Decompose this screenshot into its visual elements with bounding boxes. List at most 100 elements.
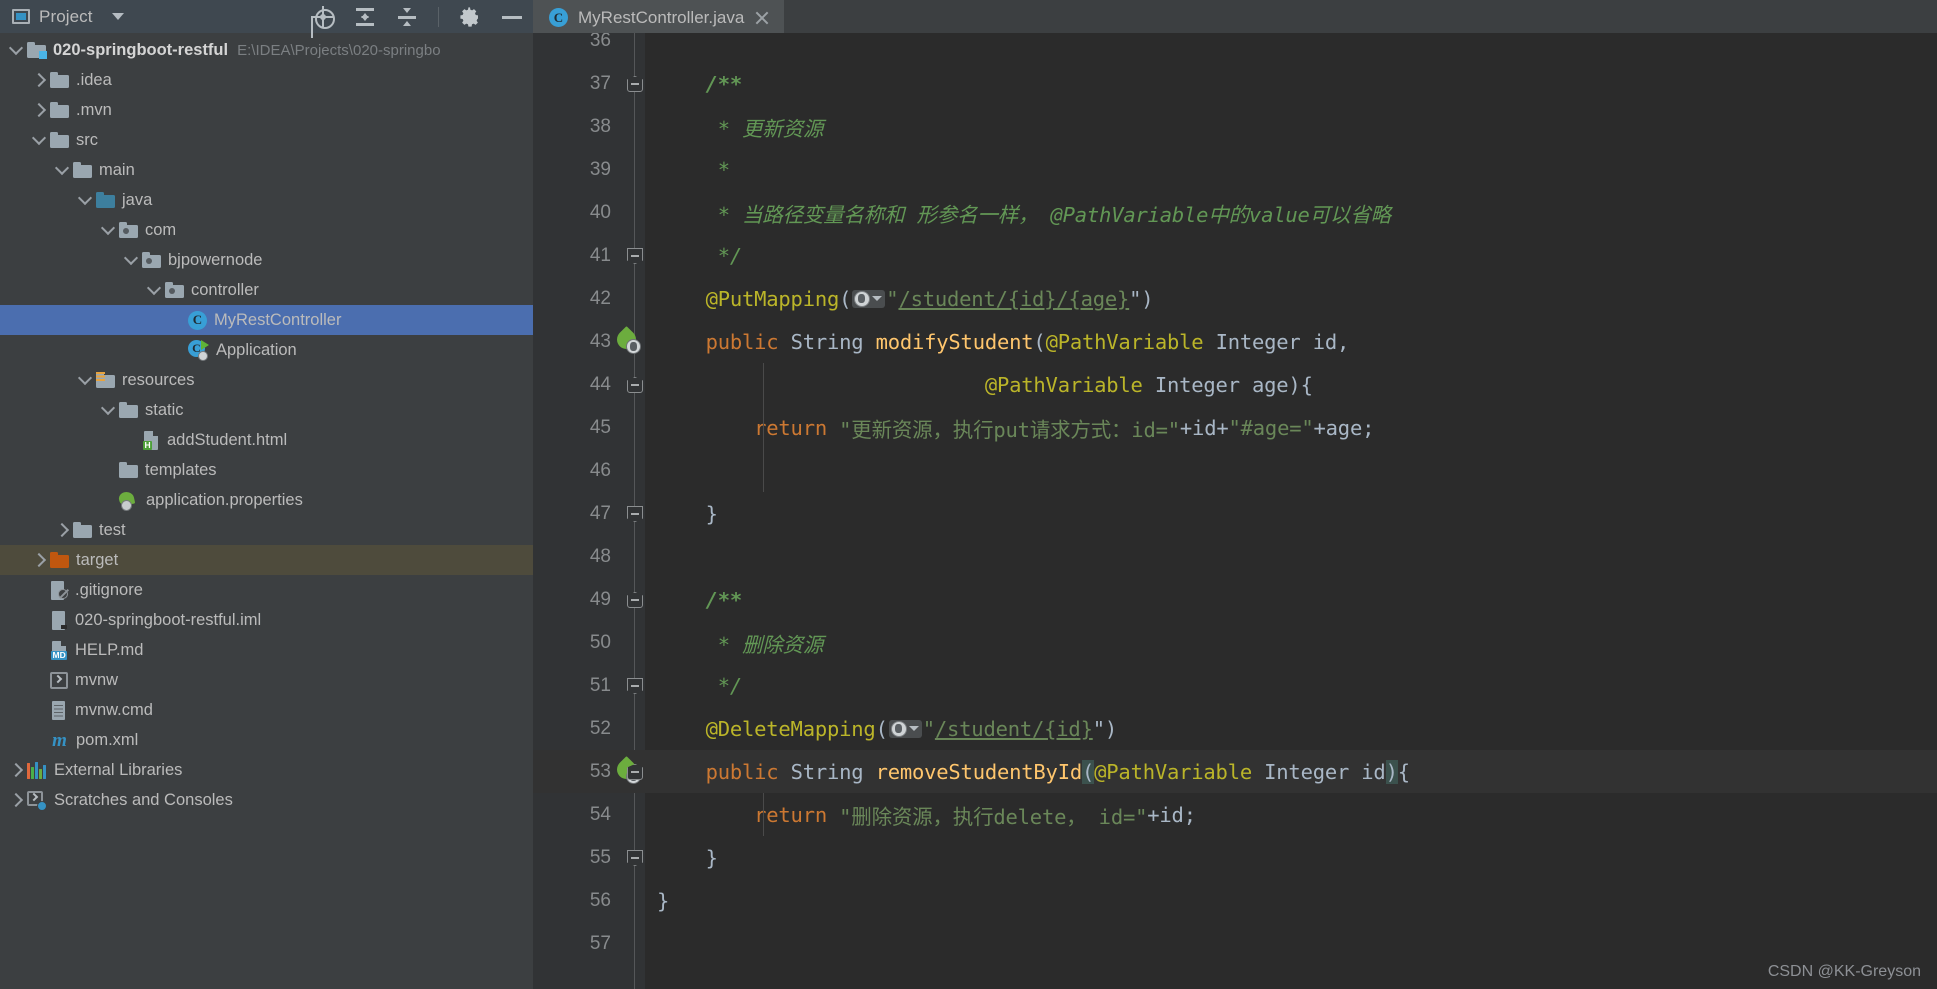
line-number[interactable]: 37 — [533, 73, 611, 95]
minimize-icon[interactable] — [501, 6, 523, 28]
tree-row-target[interactable]: target — [0, 545, 533, 575]
code-fold-bot-icon[interactable] — [626, 505, 644, 523]
line-number[interactable]: 36 — [533, 33, 611, 52]
code-fold-bot-icon[interactable] — [626, 247, 644, 265]
code-line-40[interactable]: 40 * 当路径变量名称和 形参名一样， @PathVariable中的valu… — [533, 191, 1937, 234]
chevron-right-icon[interactable] — [54, 522, 70, 538]
tree-row-static[interactable]: static — [0, 395, 533, 425]
line-number[interactable]: 54 — [533, 804, 611, 826]
code-line-49[interactable]: 49 /** — [533, 578, 1937, 621]
code-line-51[interactable]: 51 */ — [533, 664, 1937, 707]
line-number[interactable]: 50 — [533, 632, 611, 654]
close-icon[interactable] — [754, 10, 770, 26]
code-editor[interactable]: 36 37 /** 38 * 更新资源 39 * 40 * 当路径变量名称和 形参名一样… — [533, 33, 1937, 989]
tree-row-com[interactable]: com — [0, 215, 533, 245]
url-globe-icon[interactable] — [852, 289, 886, 308]
code-line-content[interactable]: */ — [645, 234, 1937, 277]
code-line-37[interactable]: 37 /** — [533, 62, 1937, 105]
line-number[interactable]: 49 — [533, 589, 611, 611]
code-line-content[interactable]: return "更新资源，执行put请求方式：id=" + id + "#age=" + a… — [645, 406, 1937, 449]
tree-row-help[interactable]: MD HELP.md — [0, 635, 533, 665]
code-line-content[interactable] — [645, 535, 1937, 578]
code-line-52[interactable]: 52 @DeleteMapping("/student/{id} ") — [533, 707, 1937, 750]
line-number[interactable]: 42 — [533, 288, 611, 310]
code-line-50[interactable]: 50 * 删除资源 — [533, 621, 1937, 664]
code-line-53[interactable]: 53 public String removeStudentById(@Path… — [533, 750, 1937, 793]
tree-row-src[interactable]: src — [0, 125, 533, 155]
chevron-down-icon[interactable] — [100, 402, 116, 418]
chevron-down-icon[interactable] — [100, 222, 116, 238]
tree-row-mvnwcmd[interactable]: mvnw.cmd — [0, 695, 533, 725]
code-line-content[interactable]: } — [645, 492, 1937, 535]
code-line-36[interactable]: 36 — [533, 33, 1937, 62]
editor-tab-myrestcontroller[interactable]: C MyRestController.java — [533, 0, 785, 33]
chevron-down-icon[interactable] — [123, 252, 139, 268]
line-number[interactable]: 47 — [533, 503, 611, 525]
tree-row-extlibs[interactable]: External Libraries — [0, 755, 533, 785]
code-line-content[interactable]: @PutMapping("/student/{id}/{age} ") — [645, 277, 1937, 320]
code-line-42[interactable]: 42 @PutMapping("/student/{id}/{age} ") — [533, 277, 1937, 320]
chevron-down-icon[interactable] — [77, 372, 93, 388]
code-line-content[interactable]: public String removeStudentById(@PathVar… — [645, 750, 1937, 793]
line-number[interactable]: 55 — [533, 847, 611, 869]
line-number[interactable]: 38 — [533, 116, 611, 138]
code-fold-top-icon[interactable] — [626, 763, 644, 781]
tree-row-pom[interactable]: m pom.xml — [0, 725, 533, 755]
code-line-content[interactable]: public String modifyStudent(@PathVariabl… — [645, 320, 1937, 363]
tree-row-gitignore[interactable]: .gitignore — [0, 575, 533, 605]
spring-mapping-gutter-icon[interactable] — [613, 326, 641, 354]
url-globe-icon[interactable] — [888, 719, 922, 738]
project-title-group[interactable]: Project — [12, 7, 124, 27]
line-number[interactable]: 41 — [533, 245, 611, 267]
tree-row-application[interactable]: C Application — [0, 335, 533, 365]
code-lines[interactable]: 36 37 /** 38 * 更新资源 39 * 40 * 当路径变量名称和 形参名一样… — [533, 33, 1937, 965]
chevron-down-icon[interactable] — [31, 132, 47, 148]
chevron-right-icon[interactable] — [31, 72, 47, 88]
code-line-content[interactable]: } — [645, 836, 1937, 879]
code-line-48[interactable]: 48 — [533, 535, 1937, 578]
code-line-45[interactable]: 45 return "更新资源，执行put请求方式：id=" + id + "#age=… — [533, 406, 1937, 449]
code-line-content[interactable]: return "删除资源，执行delete， id=" + id; — [645, 793, 1937, 836]
code-line-38[interactable]: 38 * 更新资源 — [533, 105, 1937, 148]
line-number[interactable]: 53 — [533, 761, 611, 783]
tree-row-myrestcontroller[interactable]: C MyRestController — [0, 305, 533, 335]
code-line-47[interactable]: 47 } — [533, 492, 1937, 535]
tree-row-iml[interactable]: 020-springboot-restful.iml — [0, 605, 533, 635]
line-number[interactable]: 39 — [533, 159, 611, 181]
line-number[interactable]: 56 — [533, 890, 611, 912]
tree-row-controller[interactable]: controller — [0, 275, 533, 305]
expand-all-icon[interactable] — [354, 6, 376, 28]
tree-row-java[interactable]: java — [0, 185, 533, 215]
code-line-content[interactable]: @PathVariable Integer age){ — [645, 363, 1937, 406]
chevron-down-icon[interactable] — [77, 192, 93, 208]
code-line-54[interactable]: 54 return "删除资源，执行delete， id=" + id; — [533, 793, 1937, 836]
chevron-right-icon[interactable] — [8, 792, 24, 808]
code-line-content[interactable]: /** — [645, 62, 1937, 105]
line-number[interactable]: 52 — [533, 718, 611, 740]
code-line-content[interactable]: /** — [645, 578, 1937, 621]
tree-row-mvnw[interactable]: mvnw — [0, 665, 533, 695]
code-fold-bot-icon[interactable] — [626, 849, 644, 867]
line-number[interactable]: 43 — [533, 331, 611, 353]
code-line-39[interactable]: 39 * — [533, 148, 1937, 191]
code-line-43[interactable]: 43 public String modifyStudent(@PathVari… — [533, 320, 1937, 363]
line-number[interactable]: 44 — [533, 374, 611, 396]
chevron-down-icon[interactable] — [146, 282, 162, 298]
code-line-56[interactable]: 56} — [533, 879, 1937, 922]
line-number[interactable]: 46 — [533, 460, 611, 482]
collapse-all-icon[interactable] — [396, 6, 418, 28]
tree-row-mvn[interactable]: .mvn — [0, 95, 533, 125]
code-line-content[interactable]: * 删除资源 — [645, 621, 1937, 664]
code-line-57[interactable]: 57 — [533, 922, 1937, 965]
tree-row-root[interactable]: 020-springboot-restful E:\IDEA\Projects\0… — [0, 35, 533, 65]
tree-row-scratches[interactable]: Scratches and Consoles — [0, 785, 533, 815]
code-line-content[interactable]: * — [645, 148, 1937, 191]
code-line-44[interactable]: 44 @PathVariable Integer age){ — [533, 363, 1937, 406]
tree-row-resources[interactable]: resources — [0, 365, 533, 395]
code-line-41[interactable]: 41 */ — [533, 234, 1937, 277]
code-fold-top-icon[interactable] — [626, 75, 644, 93]
tree-row-test[interactable]: test — [0, 515, 533, 545]
line-number[interactable]: 57 — [533, 933, 611, 955]
line-number[interactable]: 40 — [533, 202, 611, 224]
tree-row-bjpowernode[interactable]: bjpowernode — [0, 245, 533, 275]
